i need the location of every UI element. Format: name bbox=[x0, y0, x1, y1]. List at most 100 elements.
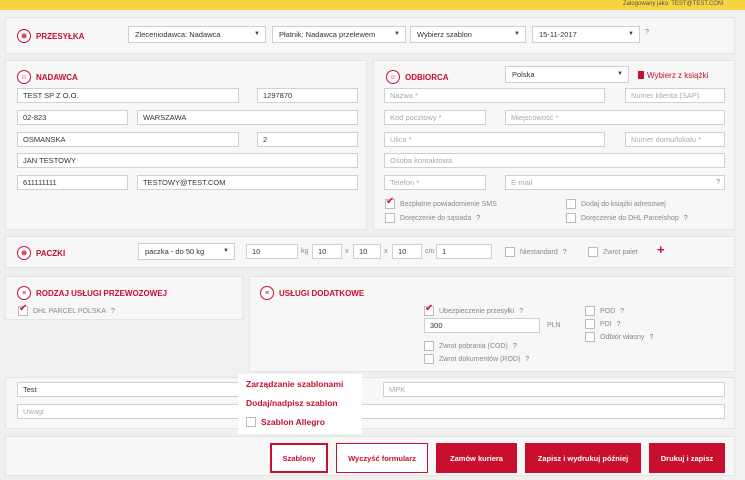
receiver-contact-input[interactable]: Osoba kontaktowa bbox=[384, 153, 725, 168]
checkbox[interactable] bbox=[424, 341, 434, 351]
help-icon[interactable]: ? bbox=[645, 29, 649, 36]
service-type-header: ≡ RODZAJ USŁUGI PRZEWOZOWEJ bbox=[17, 286, 167, 300]
checkbox[interactable] bbox=[585, 332, 595, 342]
order-courier-button[interactable]: Zamów kuriera bbox=[436, 443, 517, 473]
weight-input[interactable]: 10 bbox=[246, 244, 298, 259]
help-icon[interactable]: ? bbox=[513, 343, 517, 350]
sender-phone-input[interactable]: 611111111 bbox=[17, 175, 128, 190]
checkbox[interactable] bbox=[585, 306, 595, 316]
checkbox[interactable] bbox=[566, 199, 576, 209]
height-input[interactable]: 10 bbox=[392, 244, 422, 259]
parcel-count-input[interactable]: 1 bbox=[436, 244, 492, 259]
parcels-title: PACZKI bbox=[36, 248, 66, 258]
sender-contact-input[interactable]: JAN TESTOWY bbox=[17, 153, 358, 168]
receiver-email-input[interactable]: E-mail ? bbox=[505, 175, 725, 190]
nonstandard-checkbox[interactable]: Niestandard? bbox=[505, 247, 567, 257]
checkbox-checked[interactable] bbox=[424, 303, 434, 316]
parcelshop-checkbox[interactable]: Doręczenie do DHL Parcelshop? bbox=[566, 213, 688, 223]
checkbox[interactable] bbox=[385, 213, 395, 223]
sender-number-input[interactable]: 1297870 bbox=[257, 88, 358, 103]
allegro-template-item[interactable]: Szablon Allegro bbox=[246, 417, 325, 427]
insurance-value-input[interactable]: 300 bbox=[424, 318, 540, 333]
chevron-down-icon: ▼ bbox=[223, 248, 229, 254]
country-select[interactable]: Polska ▼ bbox=[505, 66, 629, 83]
cod-checkbox[interactable]: Zwrot pobrania (COD)? bbox=[424, 341, 517, 351]
pdi-checkbox[interactable]: PDI? bbox=[585, 319, 621, 329]
parcel-type-select[interactable]: paczka - do 50 kg ▼ bbox=[138, 243, 235, 260]
help-icon[interactable]: ? bbox=[620, 308, 624, 315]
dim-separator: x bbox=[384, 248, 388, 255]
help-icon[interactable]: ? bbox=[716, 176, 720, 189]
receiver-house-input[interactable]: Numer domu/lokalu * bbox=[625, 132, 725, 147]
template-select[interactable]: Wybierz szablon ▼ bbox=[410, 26, 526, 43]
parcel-icon: ⊛ bbox=[17, 29, 31, 43]
checkbox-checked[interactable] bbox=[18, 303, 28, 316]
checkbox[interactable] bbox=[585, 319, 595, 329]
sender-house-input[interactable]: 2 bbox=[257, 132, 358, 147]
add-parcel-icon[interactable]: + bbox=[657, 242, 665, 257]
sender-name-input[interactable]: TEST SP Z O.O. bbox=[17, 88, 239, 103]
help-icon[interactable]: ? bbox=[525, 356, 529, 363]
address-book-label: Wybierz z książki bbox=[647, 71, 709, 80]
add-template-item[interactable]: Dodaj/nadpisz szablon bbox=[246, 398, 338, 408]
checkbox[interactable] bbox=[566, 213, 576, 223]
checkbox[interactable] bbox=[424, 354, 434, 364]
address-book-link[interactable]: Wybierz z książki bbox=[638, 71, 708, 80]
help-icon[interactable]: ? bbox=[649, 334, 653, 341]
receiver-phone-input[interactable]: Telefon * bbox=[384, 175, 486, 190]
sender-header: ☺ NADAWCA bbox=[17, 70, 78, 84]
chevron-down-icon: ▼ bbox=[254, 31, 260, 37]
receiver-postcode-input[interactable]: Kod pocztowy * bbox=[384, 110, 486, 125]
sms-checkbox[interactable]: Bezpłatne powiadomienie SMS bbox=[385, 196, 497, 209]
help-icon[interactable]: ? bbox=[684, 215, 688, 222]
notes-input[interactable]: Uwagi bbox=[17, 404, 725, 419]
checkbox[interactable] bbox=[588, 247, 598, 257]
receiver-city-input[interactable]: Miejscowość * bbox=[505, 110, 725, 125]
help-icon[interactable]: ? bbox=[519, 308, 523, 315]
clear-form-button[interactable]: Wyczyść formularz bbox=[336, 443, 428, 473]
parcels-header: ⊛ PACZKI bbox=[17, 246, 65, 260]
receiver-email-placeholder: E-mail bbox=[511, 178, 533, 187]
neighbor-checkbox[interactable]: Doręczenie do sąsiada? bbox=[385, 213, 480, 223]
pod-checkbox[interactable]: POD? bbox=[585, 306, 624, 316]
manage-templates-item[interactable]: Zarządzanie szablonami bbox=[246, 379, 343, 389]
dhl-parcel-checkbox[interactable]: DHL PARCEL POLSKA? bbox=[18, 303, 115, 316]
insurance-checkbox[interactable]: Ubezpieczenie przesyłki? bbox=[424, 303, 523, 316]
checkbox[interactable] bbox=[246, 417, 256, 427]
sender-email-input[interactable]: TESTOWY@TEST.COM bbox=[137, 175, 358, 190]
payer-select[interactable]: Płatnik: Nadawca przelewem ▼ bbox=[272, 26, 406, 43]
receiver-name-input[interactable]: Nazwa * bbox=[384, 88, 605, 103]
pallet-return-checkbox[interactable]: Zwrot palet bbox=[588, 247, 638, 257]
payer-order-select[interactable]: Zleceniodawca: Nadawca ▼ bbox=[128, 26, 266, 43]
add-book-checkbox[interactable]: Dodaj do książki adresowej bbox=[566, 199, 666, 209]
length-input[interactable]: 10 bbox=[312, 244, 342, 259]
shipment-title: PRZESYŁKA bbox=[36, 31, 85, 41]
currency-label: PLN bbox=[547, 322, 561, 329]
print-save-button[interactable]: Drukuj i zapisz bbox=[649, 443, 725, 473]
checkbox-checked[interactable] bbox=[385, 196, 395, 209]
help-icon[interactable]: ? bbox=[563, 249, 567, 256]
mpk-input[interactable]: MPK bbox=[383, 382, 725, 397]
help-icon[interactable]: ? bbox=[617, 321, 621, 328]
logged-in-label: Zalogowany jako: TEST@TEST.COM bbox=[622, 1, 723, 7]
sender-street-input[interactable]: OSMANSKA bbox=[17, 132, 239, 147]
templates-button[interactable]: Szablony bbox=[270, 443, 328, 473]
checkbox[interactable] bbox=[505, 247, 515, 257]
sender-city-input[interactable]: WARSZAWA bbox=[137, 110, 358, 125]
receiver-street-input[interactable]: Ulica * bbox=[384, 132, 605, 147]
chevron-down-icon: ▼ bbox=[617, 71, 623, 77]
date-select[interactable]: 15-11-2017 ▼ bbox=[532, 26, 640, 43]
rod-checkbox[interactable]: Zwrot dokumentów (ROD)? bbox=[424, 354, 529, 364]
self-pickup-checkbox[interactable]: Odbiór własny? bbox=[585, 332, 653, 342]
save-print-later-button[interactable]: Zapisz i wydrukuj później bbox=[525, 443, 641, 473]
chevron-down-icon: ▼ bbox=[394, 31, 400, 37]
receiver-client-input[interactable]: Numer klienta (SAP) bbox=[625, 88, 725, 103]
help-icon[interactable]: ? bbox=[476, 215, 480, 222]
help-icon[interactable]: ? bbox=[111, 308, 115, 315]
extras-title: USŁUGI DODATKOWE bbox=[279, 288, 365, 298]
receiver-icon: ☺ bbox=[386, 70, 400, 84]
list-icon: ≡ bbox=[17, 286, 31, 300]
sender-postcode-input[interactable]: 02-823 bbox=[17, 110, 128, 125]
width-input[interactable]: 10 bbox=[353, 244, 381, 259]
dim-unit: cm bbox=[425, 248, 435, 255]
